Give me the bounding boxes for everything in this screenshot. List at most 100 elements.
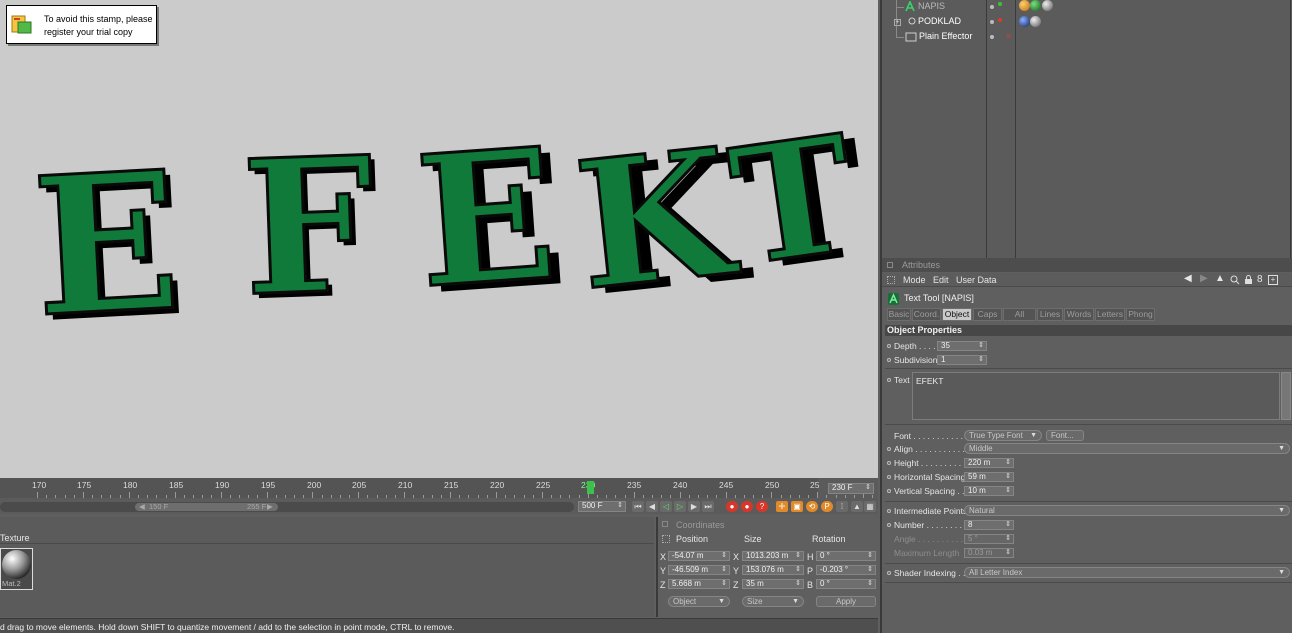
rotation-key-icon[interactable]: ⟲ bbox=[806, 501, 818, 512]
keyframe-selection-icon[interactable]: ? bbox=[756, 501, 768, 512]
spin-arrows-icon[interactable]: ⇕ bbox=[1005, 459, 1011, 467]
tab-caps[interactable]: Caps bbox=[973, 308, 1002, 321]
current-frame-marker[interactable] bbox=[587, 481, 594, 494]
spin-arrows-icon[interactable]: ⇕ bbox=[1005, 473, 1011, 481]
search-icon[interactable] bbox=[1230, 275, 1240, 285]
spin-arrows-icon[interactable]: ⇕ bbox=[978, 342, 984, 350]
subdivision-field[interactable]: 1 ⇕ bbox=[937, 355, 987, 365]
spin-arrows-icon[interactable]: ⇕ bbox=[867, 566, 873, 574]
spin-arrows-icon[interactable]: ⇕ bbox=[617, 502, 623, 510]
angle-field[interactable]: 5 ° ⇕ bbox=[964, 534, 1014, 544]
object-manager[interactable]: NAPIS + PODKLAD Plain Effector × bbox=[880, 0, 1292, 258]
material-thumbnail[interactable]: Mat.2 bbox=[0, 548, 33, 590]
enable-check-icon[interactable] bbox=[998, 18, 1002, 22]
material-tag-icon[interactable] bbox=[1042, 0, 1053, 11]
rotation-b-field[interactable]: 0 ° ⇕ bbox=[816, 579, 876, 589]
material-manager[interactable]: Texture Mat.2 bbox=[0, 517, 654, 617]
tab-basic[interactable]: Basic bbox=[887, 308, 911, 321]
panel-toggle-icon[interactable] bbox=[887, 262, 893, 268]
end-frame-field[interactable]: 500 F ⇕ bbox=[578, 501, 626, 512]
spin-arrows-icon[interactable]: ⇕ bbox=[978, 356, 984, 364]
play-forward-icon[interactable]: ▷ bbox=[674, 501, 686, 512]
font-button[interactable]: Font... bbox=[1046, 430, 1084, 441]
size-z-field[interactable]: 35 m ⇕ bbox=[742, 579, 804, 589]
spin-arrows-icon[interactable]: ⇕ bbox=[1005, 521, 1011, 529]
animation-bullet-icon[interactable] bbox=[887, 344, 891, 348]
step-forward-icon[interactable]: ▶ bbox=[688, 501, 700, 512]
expand-icon[interactable]: + bbox=[894, 19, 901, 26]
textarea-scrollbar[interactable] bbox=[1281, 372, 1291, 420]
up-arrow-icon[interactable]: ▲ bbox=[1215, 273, 1225, 284]
tab-phong[interactable]: Phong bbox=[1126, 308, 1155, 321]
number-field[interactable]: 8 ⇕ bbox=[964, 520, 1014, 530]
animation-bullet-icon[interactable] bbox=[887, 358, 891, 362]
menu-edit[interactable]: Edit bbox=[933, 275, 949, 285]
position-z-field[interactable]: 5.668 m ⇕ bbox=[668, 579, 730, 589]
object-row-napis[interactable]: NAPIS bbox=[882, 0, 1292, 15]
disabled-x-icon[interactable]: × bbox=[1006, 31, 1011, 41]
point-level-icon[interactable]: ⁞ bbox=[836, 501, 848, 512]
tab-coord[interactable]: Coord. bbox=[912, 308, 941, 321]
spin-arrows-icon[interactable]: ⇕ bbox=[867, 552, 873, 560]
align-dropdown[interactable]: Middle ▼ bbox=[964, 443, 1290, 454]
spin-arrows-icon[interactable]: ⇕ bbox=[795, 580, 801, 588]
animation-bullet-icon[interactable] bbox=[887, 447, 891, 451]
size-y-field[interactable]: 153.076 m ⇕ bbox=[742, 565, 804, 575]
material-tag-icon[interactable] bbox=[1030, 16, 1041, 27]
tab-all[interactable]: All bbox=[1003, 308, 1036, 321]
go-to-end-icon[interactable]: ⏭ bbox=[702, 501, 714, 512]
material-tag-icon[interactable] bbox=[1019, 16, 1030, 27]
spin-arrows-icon[interactable]: ⇕ bbox=[795, 552, 801, 560]
back-arrow-icon[interactable]: ◀ bbox=[1184, 273, 1192, 284]
tab-lines[interactable]: Lines bbox=[1037, 308, 1063, 321]
height-field[interactable]: 220 m ⇕ bbox=[964, 458, 1014, 468]
maximum-length-field[interactable]: 0.03 m ⇕ bbox=[964, 548, 1014, 558]
tab-letters[interactable]: Letters bbox=[1095, 308, 1125, 321]
position-y-field[interactable]: -46.509 m ⇕ bbox=[668, 565, 730, 575]
range-slider-track[interactable] bbox=[0, 502, 574, 512]
font-type-dropdown[interactable]: True Type Font ▼ bbox=[964, 430, 1042, 441]
scale-key-icon[interactable]: ▣ bbox=[791, 501, 803, 512]
depth-field[interactable]: 35 ⇕ bbox=[937, 341, 987, 351]
step-back-icon[interactable]: ◀ bbox=[646, 501, 658, 512]
object-row-plain-effector[interactable]: Plain Effector × bbox=[882, 30, 1292, 45]
animation-bullet-icon[interactable] bbox=[887, 475, 891, 479]
spin-arrows-icon[interactable]: ⇕ bbox=[721, 566, 727, 574]
range-slider-thumb[interactable]: ◀ 150 F 255 F ▶ bbox=[135, 503, 278, 511]
animation-bullet-icon[interactable] bbox=[887, 378, 891, 382]
shader-indexing-dropdown[interactable]: All Letter Index ▼ bbox=[964, 567, 1290, 578]
tag-icon[interactable] bbox=[1019, 0, 1030, 11]
tab-words[interactable]: Words bbox=[1064, 308, 1094, 321]
size-x-field[interactable]: 1013.203 m ⇕ bbox=[742, 551, 804, 561]
menu-user-data[interactable]: User Data bbox=[956, 275, 997, 285]
animation-bullet-icon[interactable] bbox=[887, 461, 891, 465]
play-backward-icon[interactable]: ◁ bbox=[660, 501, 672, 512]
autokey-icon[interactable]: ● bbox=[741, 501, 753, 512]
timeline-ruler[interactable]: 170 175 180 185 190 195 200 205 210 215 … bbox=[0, 478, 874, 498]
spin-arrows-icon[interactable]: ⇕ bbox=[1005, 535, 1011, 543]
go-to-start-icon[interactable]: ⏮ bbox=[632, 501, 644, 512]
rotation-p-field[interactable]: -0.203 ° ⇕ bbox=[816, 565, 876, 575]
apply-button[interactable]: Apply bbox=[816, 596, 876, 607]
animation-bullet-icon[interactable] bbox=[887, 571, 891, 575]
parameter-key-icon[interactable]: P bbox=[821, 501, 833, 512]
spin-arrows-icon[interactable]: ⇕ bbox=[1005, 487, 1011, 495]
lock-icon[interactable] bbox=[1244, 275, 1253, 285]
vertical-spacing-field[interactable]: 10 m ⇕ bbox=[964, 486, 1014, 496]
animation-bullet-icon[interactable] bbox=[887, 509, 891, 513]
editor-visibility-dot[interactable] bbox=[990, 20, 994, 24]
3d-viewport[interactable]: E E F F E E K K T T To avoid this stamp,… bbox=[0, 0, 878, 478]
rotation-h-field[interactable]: 0 ° ⇕ bbox=[816, 551, 876, 561]
text-input[interactable]: EFEKT bbox=[912, 372, 1280, 420]
position-x-field[interactable]: -54.07 m ⇕ bbox=[668, 551, 730, 561]
animation-bullet-icon[interactable] bbox=[887, 523, 891, 527]
editor-visibility-dot[interactable] bbox=[990, 5, 994, 9]
object-row-podklad[interactable]: + PODKLAD bbox=[882, 15, 1292, 30]
spin-arrows-icon[interactable]: ⇕ bbox=[865, 484, 871, 492]
spin-arrows-icon[interactable]: ⇕ bbox=[721, 552, 727, 560]
current-frame-field[interactable]: 230 F ⇕ bbox=[828, 483, 874, 494]
tab-object[interactable]: Object bbox=[942, 308, 972, 321]
horizontal-spacing-field[interactable]: 59 m ⇕ bbox=[964, 472, 1014, 482]
editor-visibility-dot[interactable] bbox=[990, 35, 994, 39]
coordinate-mode-dropdown[interactable]: Object ▼ bbox=[668, 596, 730, 607]
